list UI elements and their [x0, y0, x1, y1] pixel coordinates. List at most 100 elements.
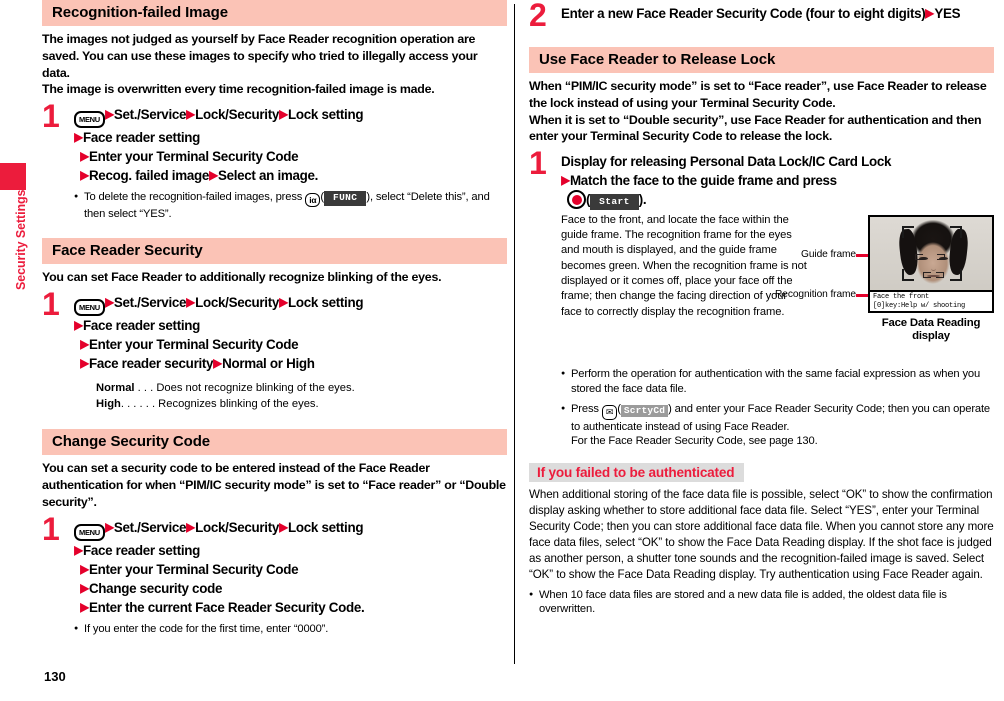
guide-frame-corner-icon: [902, 225, 914, 238]
section-heading: Use Face Reader to Release Lock: [529, 47, 994, 74]
func-softkey[interactable]: FUNC: [323, 191, 367, 206]
step-item[interactable]: Lock/Security: [195, 520, 279, 535]
recognition-mark-icon: [936, 271, 944, 278]
definition-term: Normal: [96, 382, 135, 395]
recognition-mark-icon: [923, 271, 931, 278]
callout-guide-frame: Guide frame: [801, 248, 856, 260]
step-line: ▶Enter the current Face Reader Security …: [74, 598, 507, 617]
menu-key-icon[interactable]: MENU: [74, 523, 105, 541]
step-line: ▶Match the face to the guide frame and p…: [561, 171, 994, 190]
step-item[interactable]: YES: [934, 6, 960, 21]
manual-page: Security Settings 130 Recognition-failed…: [0, 0, 1004, 701]
arrow-icon: ▶: [186, 295, 195, 310]
arrow-icon: ▶: [279, 107, 288, 122]
note: Perform the operation for authentication…: [561, 367, 994, 397]
step: 1 Display for releasing Personal Data Lo…: [529, 147, 994, 449]
arrow-icon: ▶: [209, 168, 218, 183]
chapter-tab: Security Settings: [0, 0, 28, 701]
step-item[interactable]: Lock setting: [288, 520, 364, 535]
start-softkey[interactable]: Start: [590, 194, 639, 210]
step-item[interactable]: Match the face to the guide frame and pr…: [570, 173, 837, 188]
step-item[interactable]: Select an image.: [218, 168, 318, 183]
step-item[interactable]: Set./Service: [114, 107, 187, 122]
step-item[interactable]: Recog. failed image: [89, 168, 209, 183]
mail-key-icon[interactable]: ✉: [601, 404, 618, 420]
arrow-icon: ▶: [561, 173, 570, 188]
step-item[interactable]: Lock setting: [288, 107, 364, 122]
figure-block: Face to the front, and locate the face w…: [561, 213, 994, 363]
step-line: ▶Face reader security▶Normal or High: [74, 354, 507, 373]
step: 1 MENU ▶Set./Service▶Lock/Security▶Lock s…: [42, 100, 507, 222]
center-key-icon[interactable]: [567, 190, 586, 210]
step-item[interactable]: Face reader security: [89, 356, 214, 371]
recognition-mark-icon: [915, 253, 923, 260]
step-item[interactable]: Set./Service: [114, 520, 187, 535]
definition-desc: Does not recognize blinking of the eyes.: [156, 382, 355, 395]
step-line: ▶Enter your Terminal Security Code: [74, 560, 507, 579]
section-heading: Face Reader Security: [42, 238, 507, 265]
note: To delete the recognition-failed images,…: [74, 190, 507, 222]
left-column: Recognition-failed Image The images not …: [42, 0, 507, 637]
definition-term: High: [96, 398, 121, 411]
definition-dots: . . . . . .: [120, 398, 156, 411]
imode-key-icon[interactable]: iα: [305, 193, 321, 208]
section-intro: When “PIM/IC security mode” is set to “F…: [529, 79, 987, 144]
step-item[interactable]: Enter your Terminal Security Code: [89, 337, 299, 352]
step-item[interactable]: Enter a new Face Reader Security Code (f…: [561, 6, 926, 21]
subsection-if-you-failed-to-be-authenticated: If you failed to be authenticated When a…: [529, 463, 994, 617]
section-heading: Recognition-failed Image: [42, 0, 507, 27]
scrtycd-softkey[interactable]: ScrtyCd: [620, 404, 669, 418]
step-item[interactable]: Enter the current Face Reader Security C…: [89, 600, 365, 615]
definition-item: High. . . . . . Recognizes blinking of t…: [96, 397, 507, 413]
step-item[interactable]: Face reader setting: [83, 318, 200, 333]
guide-frame-corner-icon: [950, 268, 962, 281]
section-intro: The images not judged as yourself by Fac…: [42, 32, 478, 97]
arrow-icon: ▶: [74, 130, 83, 145]
step-line: ▶Recog. failed image▶Select an image.: [74, 166, 507, 185]
step-item[interactable]: Set./Service: [114, 295, 187, 310]
step-item[interactable]: Enter your Terminal Security Code: [89, 149, 299, 164]
step-number: 1: [42, 286, 60, 323]
step-line: ▶Face reader setting: [74, 128, 507, 147]
step-item[interactable]: Lock/Security: [195, 295, 279, 310]
step-line[interactable]: Display for releasing Personal Data Lock…: [561, 152, 994, 171]
step-item[interactable]: Enter your Terminal Security Code: [89, 562, 299, 577]
definition-dots: . . .: [137, 382, 154, 395]
phone-status-text: Face the front [0]key:Help w/ shooting: [870, 289, 992, 311]
definition-list: Normal . . . Does not recognize blinking…: [74, 381, 507, 413]
arrow-icon: ▶: [186, 107, 195, 122]
step-number: 1: [42, 510, 60, 547]
step-line: MENU ▶Set./Service▶Lock/Security▶Lock set…: [74, 293, 507, 317]
step-item[interactable]: Face reader setting: [83, 130, 200, 145]
arrow-icon: ▶: [279, 519, 288, 534]
step-line: MENU ▶Set./Service▶Lock/Security▶Lock set…: [74, 518, 507, 541]
step: 1 MENU ▶Set./Service▶Lock/Security▶Lock s…: [42, 288, 507, 413]
step-item[interactable]: Normal or High: [222, 356, 315, 371]
arrow-icon: ▶: [186, 519, 195, 534]
status-line-1: Face the front: [873, 292, 930, 301]
step-item[interactable]: Face reader setting: [83, 543, 200, 558]
note: If you enter the code for the first time…: [74, 622, 507, 637]
step-line: ▶Face reader setting: [74, 316, 507, 335]
section-heading: Change Security Code: [42, 429, 507, 456]
subsection-heading: If you failed to be authenticated: [529, 463, 745, 483]
step-line: ▶Face reader setting: [74, 541, 507, 560]
recognition-mark-icon: [937, 253, 945, 260]
step: 1 MENU ▶Set./Service▶Lock/Security▶Lock s…: [42, 513, 507, 637]
right-column: 2 Enter a new Face Reader Security Code …: [529, 0, 994, 617]
note-extra-line: For the Face Reader Security Code, see p…: [571, 435, 818, 448]
figure-caption: Face Data Reading display: [881, 316, 981, 343]
step-item[interactable]: Lock setting: [288, 295, 364, 310]
step-line: ▶Enter your Terminal Security Code: [74, 147, 507, 166]
step-item[interactable]: Change security code: [89, 581, 222, 596]
arrow-icon: ▶: [80, 561, 89, 576]
menu-key-icon[interactable]: MENU: [74, 111, 105, 129]
section-recognition-failed-image: Recognition-failed Image The images not …: [42, 0, 507, 222]
section-use-face-reader-to-release-lock: Use Face Reader to Release Lock When “PI…: [529, 47, 994, 449]
menu-key-icon[interactable]: MENU: [74, 299, 105, 317]
step-number: 1: [42, 98, 60, 135]
step-line: MENU ▶Set./Service▶Lock/Security▶Lock set…: [74, 105, 507, 129]
arrow-icon: ▶: [80, 580, 89, 595]
step-item[interactable]: Lock/Security: [195, 107, 279, 122]
arrow-icon: ▶: [74, 318, 83, 333]
